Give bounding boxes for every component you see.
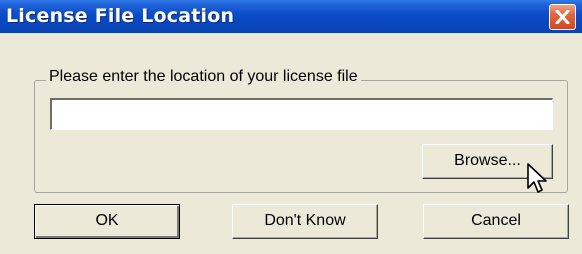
mouse-pointer-icon — [526, 163, 550, 202]
cancel-button[interactable]: Cancel — [423, 204, 569, 239]
ok-button[interactable]: OK — [34, 204, 180, 239]
license-path-input[interactable] — [50, 98, 553, 130]
close-button[interactable] — [549, 4, 576, 30]
dont-know-button[interactable]: Don't Know — [232, 204, 378, 239]
license-file-location-dialog: License File Location Please enter the l… — [0, 0, 582, 254]
title-bar[interactable]: License File Location — [0, 0, 582, 33]
window-title: License File Location — [6, 5, 235, 27]
license-location-label: Please enter the location of your licens… — [46, 68, 361, 86]
